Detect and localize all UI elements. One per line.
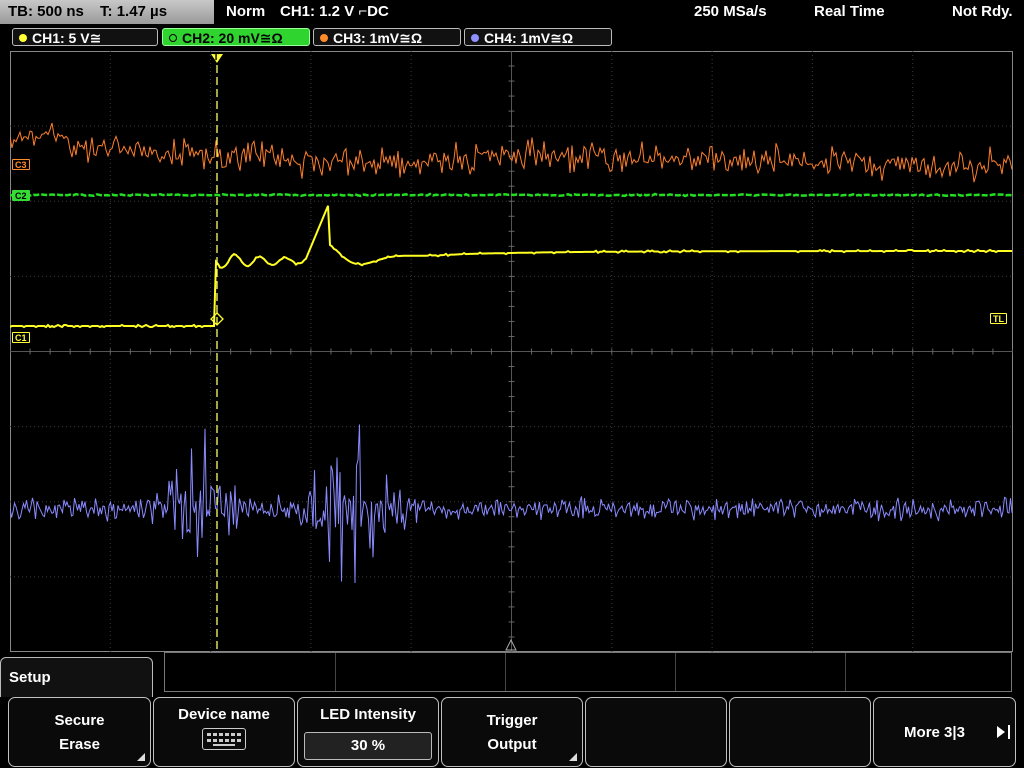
trigger-marker-label: T <box>213 52 220 63</box>
waveform-canvas <box>10 51 1013 652</box>
ch4-dot-icon <box>471 34 479 43</box>
trigger-state: Not Rdy. <box>952 3 1013 20</box>
channel-tab-ch2[interactable]: CH2: 20 mV≅Ω <box>162 28 310 46</box>
secure-erase-label-1: Secure <box>54 712 105 729</box>
ch3-ground-label[interactable]: C3 <box>12 159 30 170</box>
empty-softkey-5[interactable] <box>585 697 727 767</box>
trigger-output-label-2: Output <box>487 736 537 753</box>
trigger-info: CH1: 1.2 V ⌐DC <box>280 3 389 20</box>
submenu-indicator-icon <box>137 753 145 761</box>
led-intensity-value: 30 % <box>304 732 432 760</box>
trigger-mode: Norm <box>226 3 266 20</box>
next-page-icon <box>997 726 1005 738</box>
secure-erase-button[interactable]: Secure Erase <box>8 697 151 767</box>
timebase-box[interactable]: TB: 500 ns T: 1.47 µs <box>0 0 214 24</box>
trigger-output-button[interactable]: Trigger Output <box>441 697 583 767</box>
trigger-output-label-1: Trigger <box>486 712 538 729</box>
ch3-label: CH3: 1mV≅Ω <box>333 30 423 46</box>
acquisition-mode: Real Time <box>814 3 885 20</box>
timebase-value: TB: 500 ns <box>8 3 84 20</box>
menu-title-tab: Setup <box>0 657 153 697</box>
submenu-indicator-icon <box>569 753 577 761</box>
sample-rate: 250 MSa/s <box>694 3 767 20</box>
ch4-label: CH4: 1mV≅Ω <box>484 30 574 46</box>
empty-softkey-6[interactable] <box>729 697 871 767</box>
ch2-dot-icon <box>169 34 177 43</box>
channel-tab-ch3[interactable]: CH3: 1mV≅Ω <box>313 28 461 46</box>
ch1-label: CH1: 5 V≅ <box>32 30 102 46</box>
device-name-button[interactable]: Device name <box>153 697 295 767</box>
channel-tab-ch4[interactable]: CH4: 1mV≅Ω <box>464 28 612 46</box>
channel-tab-ch1[interactable]: CH1: 5 V≅ <box>12 28 158 46</box>
waveform-display[interactable]: C3 C2 C1 TL T <box>10 51 1013 652</box>
secure-erase-label-2: Erase <box>59 736 100 753</box>
keyboard-icon <box>202 728 246 750</box>
ch1-ground-label[interactable]: C1 <box>12 332 30 343</box>
led-intensity-button[interactable]: LED Intensity 30 % <box>297 697 439 767</box>
led-intensity-label: LED Intensity <box>320 706 416 723</box>
ch2-ground-label[interactable]: C2 <box>12 190 30 201</box>
more-label: More 3|3 <box>904 724 965 741</box>
softkey-info-strip <box>164 652 1012 692</box>
trigger-level-label[interactable]: TL <box>990 313 1007 324</box>
ch2-label: CH2: 20 mV≅Ω <box>182 30 283 46</box>
more-button[interactable]: More 3|3 <box>873 697 1016 767</box>
next-page-bar-icon <box>1008 725 1010 739</box>
device-name-label: Device name <box>178 706 270 723</box>
ch1-dot-icon <box>19 34 27 43</box>
trigger-time-value: T: 1.47 µs <box>100 3 168 20</box>
menu-title: Setup <box>9 669 51 686</box>
ch3-dot-icon <box>320 34 328 43</box>
